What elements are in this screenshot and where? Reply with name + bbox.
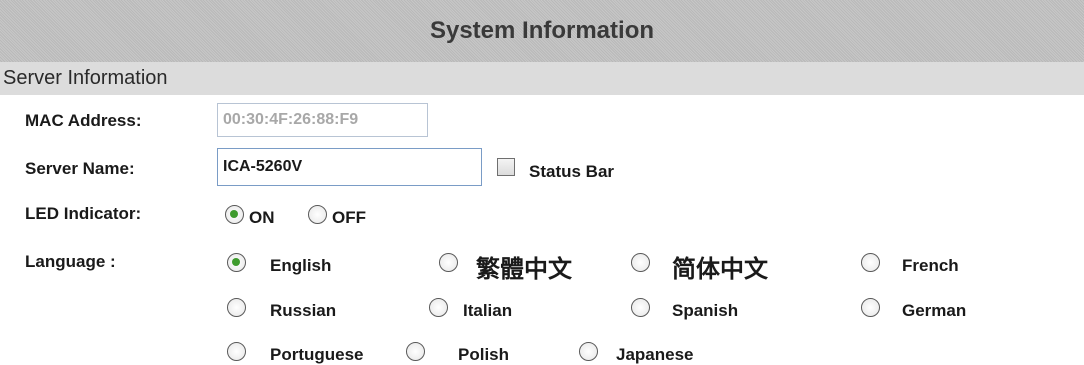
lang-polish-radio[interactable] [406, 342, 425, 361]
led-on-label: ON [249, 208, 275, 227]
lang-traditional-chinese-label: 繁體中文 [476, 256, 572, 283]
lang-traditional-chinese-radio[interactable] [439, 253, 458, 272]
section-title: Server Information [3, 67, 168, 89]
lang-simplified-chinese-label: 简体中文 [672, 256, 768, 283]
page-title-bar: System Information [0, 0, 1084, 62]
server-name-label: Server Name: [25, 159, 135, 178]
lang-german-label: German [902, 301, 967, 320]
led-on-radio[interactable] [225, 205, 244, 224]
lang-russian-label: Russian [270, 301, 337, 320]
mac-address-label: MAC Address: [25, 111, 142, 130]
lang-english-label: English [270, 256, 332, 275]
lang-simplified-chinese-radio[interactable] [631, 253, 650, 272]
lang-german-radio[interactable] [861, 298, 880, 317]
status-bar-checkbox[interactable] [497, 158, 515, 176]
lang-french-label: French [902, 256, 959, 275]
server-name-input[interactable]: ICA-5260V [217, 148, 482, 186]
lang-japanese-label: Japanese [616, 345, 694, 364]
lang-japanese-radio[interactable] [579, 342, 598, 361]
section-header: Server Information [0, 62, 1084, 95]
lang-english-radio[interactable] [227, 253, 246, 272]
led-off-label: OFF [332, 208, 366, 227]
status-bar-label: Status Bar [529, 162, 615, 181]
led-off-radio[interactable] [308, 205, 327, 224]
lang-portuguese-label: Portuguese [270, 345, 364, 364]
led-indicator-label: LED Indicator: [25, 204, 142, 223]
lang-italian-radio[interactable] [429, 298, 448, 317]
mac-address-field: 00:30:4F:26:88:F9 [217, 103, 428, 137]
lang-spanish-radio[interactable] [631, 298, 650, 317]
lang-french-radio[interactable] [861, 253, 880, 272]
language-label: Language : [25, 252, 116, 271]
page-title: System Information [429, 17, 655, 44]
lang-polish-label: Polish [458, 345, 510, 364]
lang-portuguese-radio[interactable] [227, 342, 246, 361]
lang-russian-radio[interactable] [227, 298, 246, 317]
lang-spanish-label: Spanish [672, 301, 739, 320]
lang-italian-label: Italian [463, 301, 513, 320]
